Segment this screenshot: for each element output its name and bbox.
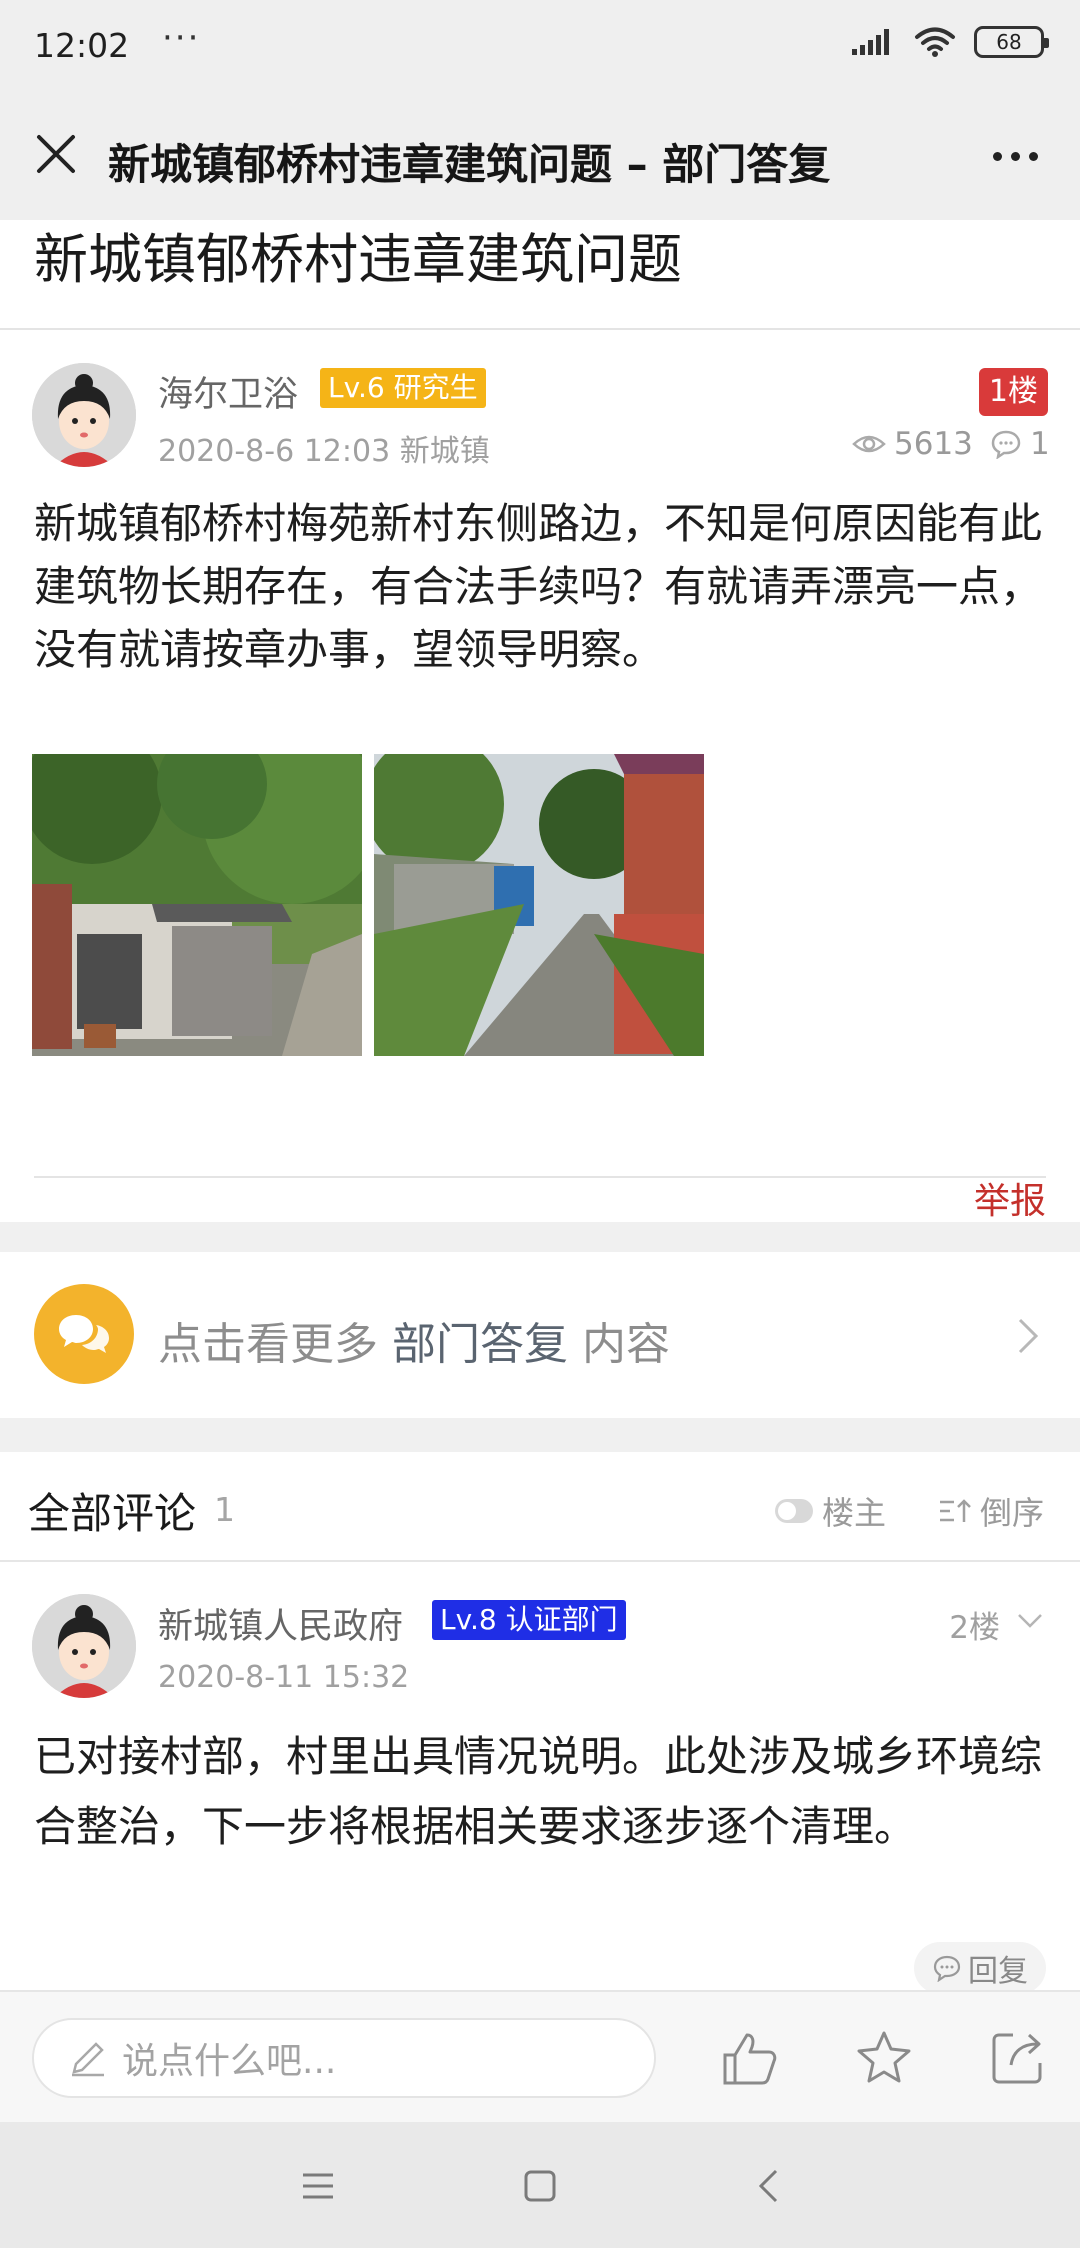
page-content: 新城镇郁桥村违章建筑问题 海尔卫浴 Lv.6 研究生 1楼 2020-8-6 1… [0, 220, 1080, 1222]
post-divider [34, 1176, 1046, 1178]
reply-label: 回复 [968, 1954, 1028, 1989]
comment-input[interactable]: 说点什么吧... [32, 2018, 656, 2098]
comments-count: 1 [214, 1490, 235, 1529]
home-nav-button[interactable] [510, 2156, 570, 2216]
comment-body: 已对接村部，村里出具情况说明。此处涉及城乡环境综合整治，下一步将根据相关要求逐步… [34, 1732, 1043, 1851]
level-badge: Lv.8 认证部门 [432, 1600, 626, 1640]
share-icon [992, 2033, 1042, 2084]
more-highlight: 部门答复 [392, 1319, 568, 1370]
comment-count: 1 [990, 426, 1050, 462]
more-suffix: 内容 [582, 1319, 670, 1370]
like-button[interactable] [718, 2026, 782, 2090]
close-button[interactable] [28, 126, 84, 182]
section-gap [0, 1222, 1080, 1252]
title-bar: 新城镇郁桥村违章建筑问题 – 部门答复 [0, 96, 1080, 220]
post-date: 2020-8-6 12:03 [158, 434, 391, 469]
view-count-value: 5613 [894, 426, 973, 462]
comment-bubble-icon [933, 1955, 961, 1982]
photo-image [374, 754, 704, 1056]
signal-icon [852, 29, 889, 55]
post-body: 新城镇郁桥村梅苑新村东侧路边，不知是何原因能有此建筑物长期存在，有合法手续吗？有… [34, 499, 1043, 674]
more-replies-text: 点击看更多 部门答复 内容 [158, 1308, 670, 1372]
post-location: 新城镇 [399, 434, 490, 469]
comment-author[interactable]: 新城镇人民政府 [158, 1598, 403, 1649]
sort-icon [940, 1499, 971, 1522]
post-photo-1[interactable] [32, 754, 362, 1056]
comment-bubble-icon [991, 430, 1021, 459]
thumbs-up-icon [723, 2033, 777, 2085]
avatar[interactable] [32, 1594, 136, 1698]
sort-reverse-button[interactable]: 倒序 [938, 1488, 1044, 1534]
chat-bubbles-icon [34, 1284, 134, 1384]
status-icons: 68 [852, 26, 1049, 58]
back-nav-button[interactable] [738, 2156, 798, 2216]
photo-image [32, 754, 362, 1056]
favorite-button[interactable] [852, 2026, 916, 2090]
comment-floor: 2楼 [949, 1610, 1000, 1646]
view-count: 5613 [852, 426, 973, 462]
section-gap [0, 1418, 1080, 1452]
level-badge: Lv.6 研究生 [320, 368, 486, 408]
status-time: 12:02 [34, 26, 130, 65]
comments-header: 全部评论 1 楼主 倒序 [0, 1452, 1080, 1562]
more-options-button[interactable] [980, 128, 1050, 184]
post-meta: 2020-8-6 12:03 新城镇 [158, 426, 490, 470]
toggle-icon [775, 1499, 813, 1523]
comment-date: 2020-8-11 15:32 [158, 1660, 410, 1695]
comment-item: 新城镇人民政府 Lv.8 认证部门 2楼 2020-8-11 15:32 已对接… [0, 1564, 1080, 1994]
window-title: 新城镇郁桥村违章建筑问题 – 部门答复 [108, 140, 831, 189]
star-icon [857, 2031, 911, 2083]
more-department-replies[interactable]: 点击看更多 部门答复 内容 [0, 1252, 1080, 1418]
more-dot-icon [992, 151, 1002, 161]
report-link[interactable]: 举报 [974, 1172, 1046, 1224]
filter-owner-label: 楼主 [822, 1494, 887, 1532]
share-button[interactable] [986, 2026, 1050, 2090]
comment-input-placeholder: 说点什么吧... [122, 2041, 337, 2082]
system-nav-bar [0, 2122, 1080, 2248]
wifi-icon [915, 27, 955, 57]
post-photo-2[interactable] [374, 754, 704, 1056]
close-icon [37, 135, 75, 173]
pencil-icon [72, 2042, 104, 2077]
reply-button[interactable]: 回复 [914, 1942, 1046, 1994]
more-prefix: 点击看更多 [158, 1319, 378, 1370]
square-icon [524, 2170, 556, 2202]
main-post: 海尔卫浴 Lv.6 研究生 1楼 2020-8-6 12:03 新城镇 5613… [0, 330, 1080, 1222]
status-bar: 12:02 ··· 68 [0, 0, 1080, 96]
filter-owner-button[interactable]: 楼主 [774, 1488, 886, 1534]
back-arrow-icon [758, 2169, 778, 2203]
more-dot-icon [1028, 151, 1038, 161]
avatar-icon [32, 363, 136, 467]
avatar-icon [32, 1594, 136, 1698]
more-dot-icon [1010, 151, 1020, 161]
menu-nav-button[interactable] [288, 2156, 348, 2216]
battery-icon: 68 [974, 26, 1049, 58]
chevron-down-icon[interactable] [1016, 1612, 1044, 1630]
menu-icon [303, 2173, 333, 2199]
post-title: 新城镇郁桥村违章建筑问题 [0, 220, 1080, 330]
eye-icon [852, 435, 886, 453]
author-name[interactable]: 海尔卫浴 [158, 366, 298, 417]
bottom-action-bar: 说点什么吧... [0, 1990, 1080, 2122]
chevron-right-icon [1018, 1318, 1039, 1354]
status-more-dots: ··· [162, 18, 201, 58]
comments-title: 全部评论 [28, 1489, 197, 1538]
battery-level: 68 [996, 30, 1022, 54]
avatar[interactable] [32, 363, 136, 467]
sort-reverse-label: 倒序 [980, 1494, 1045, 1532]
comment-count-value: 1 [1030, 426, 1050, 462]
floor-badge: 1楼 [978, 368, 1048, 416]
